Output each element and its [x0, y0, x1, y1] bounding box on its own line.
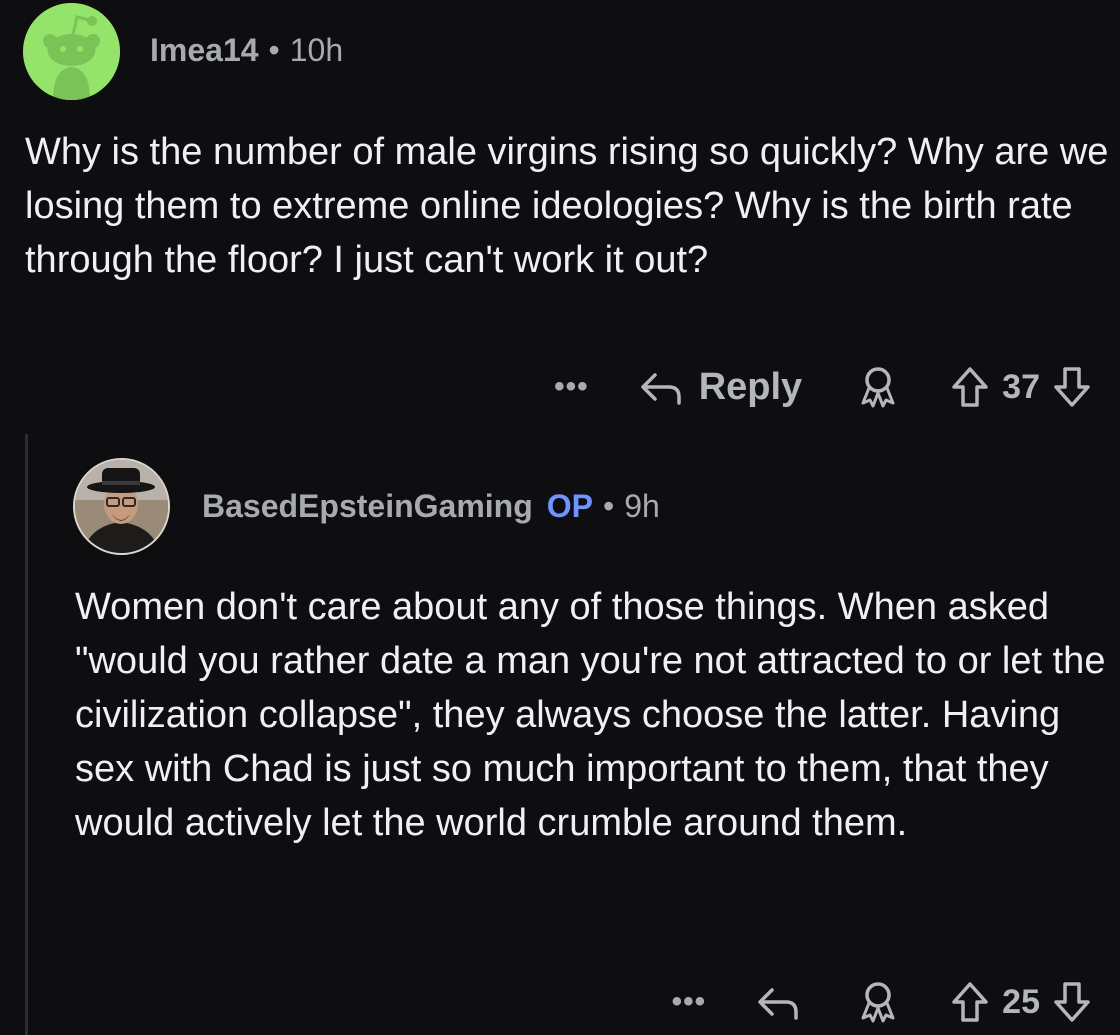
award-icon [861, 982, 895, 1023]
timestamp: 10h [289, 32, 344, 68]
user-photo-avatar [75, 460, 168, 553]
vote-count: 37 [1002, 367, 1040, 406]
separator-dot: • [602, 488, 615, 524]
reply-arrow-icon [640, 373, 681, 405]
username[interactable]: Imea14 [150, 32, 259, 68]
username[interactable]: BasedEpsteinGaming [202, 488, 533, 524]
downvote-button[interactable] [1052, 980, 1092, 1024]
comment-actions: ••• Reply 37 [554, 362, 1092, 412]
award-icon [861, 367, 895, 408]
timestamp: 9h [624, 488, 660, 524]
reddit-snoo-icon [23, 3, 120, 100]
reply-arrow-icon [758, 988, 798, 1020]
user-avatar[interactable] [73, 458, 170, 555]
upvote-arrow-icon [952, 982, 988, 1022]
reply-button[interactable] [756, 982, 802, 1022]
user-avatar[interactable] [23, 3, 120, 100]
comment-body: Women don't care about any of those thin… [75, 586, 1106, 844]
vote-count: 25 [1002, 982, 1040, 1021]
reply-button[interactable]: Reply [639, 366, 802, 409]
op-badge: OP [546, 488, 593, 524]
upvote-button[interactable] [950, 365, 990, 409]
more-options-button[interactable]: ••• [672, 985, 707, 1019]
comment-actions: ••• 25 [672, 977, 1092, 1027]
upvote-button[interactable] [950, 980, 990, 1024]
award-button[interactable] [858, 980, 898, 1024]
upvote-arrow-icon [952, 367, 988, 407]
downvote-button[interactable] [1052, 365, 1092, 409]
separator-dot: • [268, 32, 280, 68]
award-button[interactable] [858, 365, 898, 409]
reply-label: Reply [698, 365, 803, 408]
comment-body: Why is the number of male virgins rising… [25, 131, 1109, 281]
downvote-arrow-icon [1054, 982, 1090, 1022]
downvote-arrow-icon [1054, 367, 1090, 407]
thread-line[interactable] [25, 434, 28, 1035]
more-options-button[interactable]: ••• [554, 370, 589, 404]
comment-meta: Imea14 • 10h [150, 32, 343, 69]
comment-meta: BasedEpsteinGaming OP • 9h [202, 488, 660, 525]
